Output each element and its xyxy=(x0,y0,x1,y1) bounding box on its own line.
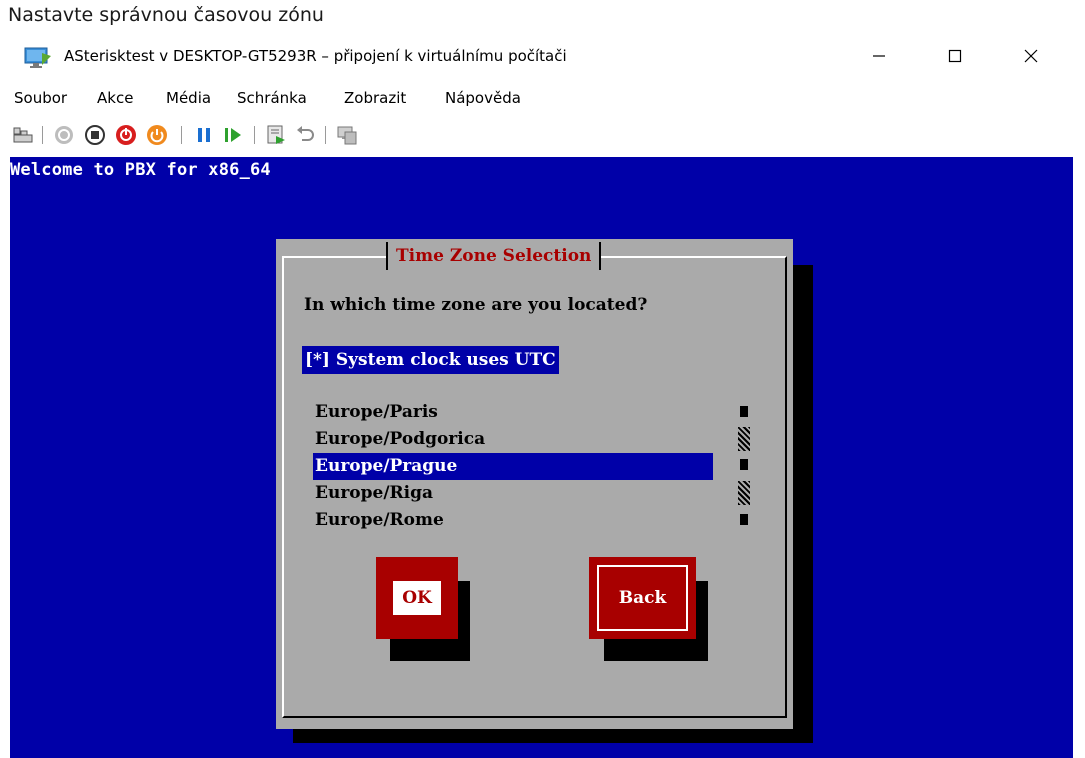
menu-media[interactable]: Média xyxy=(166,89,211,107)
scrollbar-track[interactable] xyxy=(738,427,750,451)
ok-button[interactable]: OK xyxy=(376,557,458,639)
menu-napoveda[interactable]: Nápověda xyxy=(445,89,521,107)
resume-icon[interactable] xyxy=(222,124,244,146)
maximize-button[interactable] xyxy=(932,34,978,80)
menu-akce[interactable]: Akce xyxy=(97,89,133,107)
page-caption: Nastavte správnou časovou zónu xyxy=(8,4,324,26)
toolbar-separator xyxy=(254,126,255,144)
pause-icon[interactable] xyxy=(193,124,215,146)
enhanced-session-icon[interactable] xyxy=(336,124,358,146)
utc-checkbox[interactable]: [*] System clock uses UTC xyxy=(302,346,559,374)
timezone-item[interactable]: Europe/Paris xyxy=(313,399,713,426)
time-zone-dialog: Time Zone Selection In which time zone a… xyxy=(276,239,793,729)
minimize-button[interactable] xyxy=(856,34,902,80)
close-icon xyxy=(1024,48,1038,67)
back-button-label: Back xyxy=(597,565,688,631)
ctrl-alt-del-icon[interactable] xyxy=(12,124,34,146)
timezone-item-selected[interactable]: Europe/Prague xyxy=(313,453,713,480)
maximize-icon xyxy=(948,48,962,67)
vm-console-screen[interactable]: Welcome to PBX for x86_64 Time Zone Sele… xyxy=(10,157,1073,758)
window-title: ASterisktest v DESKTOP-GT5293R – připoje… xyxy=(64,47,567,65)
vm-monitor-icon xyxy=(24,47,52,69)
vm-connection-window: ASterisktest v DESKTOP-GT5293R – připoje… xyxy=(8,34,1078,758)
menu-zobrazit[interactable]: Zobrazit xyxy=(344,89,406,107)
timezone-item[interactable]: Europe/Riga xyxy=(313,480,713,507)
toolbar-separator xyxy=(181,126,182,144)
timezone-item[interactable]: Europe/Podgorica xyxy=(313,426,713,453)
revert-icon[interactable] xyxy=(294,124,316,146)
ok-button-label: OK xyxy=(393,581,441,615)
close-button[interactable] xyxy=(1008,34,1054,80)
scrollbar-thumb[interactable] xyxy=(740,459,748,470)
toolbar-separator xyxy=(42,126,43,144)
minimize-icon xyxy=(872,48,886,67)
scrollbar-arrow-up[interactable] xyxy=(740,406,748,417)
toolbar xyxy=(8,118,1078,152)
scrollbar-arrow-down[interactable] xyxy=(740,514,748,525)
shutdown-icon[interactable] xyxy=(115,124,137,146)
menu-soubor[interactable]: Soubor xyxy=(14,89,67,107)
dialog-title: Time Zone Selection xyxy=(386,242,602,270)
scrollbar-track[interactable] xyxy=(738,481,750,505)
time-zone-question: In which time zone are you located? xyxy=(304,295,648,315)
welcome-text: Welcome to PBX for x86_64 xyxy=(10,160,271,180)
power-icon[interactable] xyxy=(146,124,168,146)
toolbar-separator xyxy=(325,126,326,144)
turn-off-icon[interactable] xyxy=(84,124,106,146)
menu-schranka[interactable]: Schránka xyxy=(237,89,307,107)
timezone-item[interactable]: Europe/Rome xyxy=(313,507,713,534)
menu-bar: Soubor Akce Média Schránka Zobrazit Nápo… xyxy=(8,84,1078,114)
start-icon[interactable] xyxy=(53,124,75,146)
checkpoint-icon[interactable] xyxy=(265,124,287,146)
title-bar[interactable]: ASterisktest v DESKTOP-GT5293R – připoje… xyxy=(8,34,1078,82)
back-button[interactable]: Back xyxy=(589,557,696,639)
